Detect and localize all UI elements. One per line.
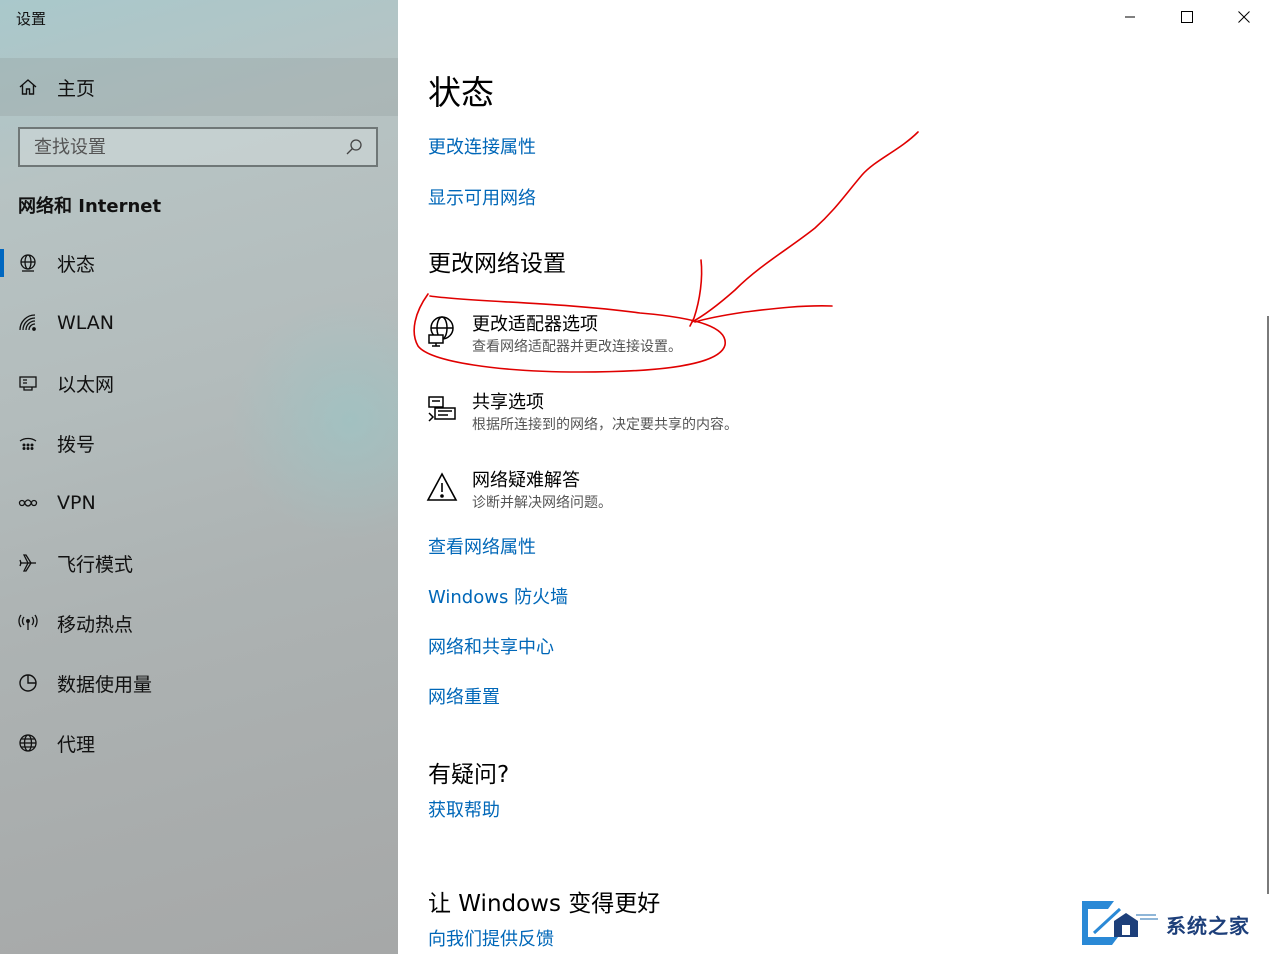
minimize-button[interactable]	[1101, 0, 1158, 34]
sidebar-item-dialup[interactable]: 拨号	[0, 413, 398, 473]
sidebar-item-label: 数据使用量	[57, 673, 153, 696]
sidebar-item-status[interactable]: 状态	[0, 233, 398, 293]
search-icon[interactable]	[344, 137, 364, 157]
option-desc: 查看网络适配器并更改连接设置。	[472, 339, 682, 355]
show-available-networks-link[interactable]: 显示可用网络	[428, 184, 536, 210]
sidebar-item-data-usage[interactable]: 数据使用量	[0, 653, 398, 713]
adapter-options-item[interactable]: 更改适配器选项 查看网络适配器并更改连接设置。	[426, 313, 682, 357]
sidebar-item-label: 移动热点	[57, 613, 134, 636]
search-input[interactable]	[34, 136, 334, 158]
page-title: 状态	[428, 73, 494, 112]
maximize-button[interactable]	[1158, 0, 1215, 34]
dialup-icon	[18, 433, 38, 453]
nav-list: 状态 WLAN 以太网 拨号 VPN 飞行模式 移动热点 数据使用量 代理	[0, 233, 398, 773]
option-title: 网络疑难解答	[472, 470, 580, 491]
watermark-logo-icon	[1078, 897, 1162, 951]
sidebar-item-vpn[interactable]: VPN	[0, 473, 398, 533]
sidebar-item-wlan[interactable]: WLAN	[0, 293, 398, 353]
change-settings-heading: 更改网络设置	[428, 251, 566, 277]
globe-status-icon	[18, 253, 38, 273]
hotspot-icon	[18, 613, 38, 633]
globe-icon	[18, 733, 38, 753]
sidebar-item-label: 飞行模式	[57, 553, 134, 576]
change-connection-properties-link[interactable]: 更改连接属性	[428, 133, 536, 159]
window-controls	[1101, 0, 1272, 34]
main-content: 状态 更改连接属性 显示可用网络 更改网络设置 更改适配器选项 查看网络适配器并…	[398, 0, 1272, 954]
ethernet-icon	[18, 373, 38, 393]
vpn-icon	[18, 493, 38, 513]
windows-firewall-link[interactable]: Windows 防火墙	[428, 583, 568, 609]
network-sharing-center-link[interactable]: 网络和共享中心	[428, 633, 554, 659]
get-help-link[interactable]: 获取帮助	[428, 796, 500, 822]
sidebar: 设置 主页 网络和 Internet 状态 WLAN	[0, 0, 398, 954]
troubleshoot-item[interactable]: 网络疑难解答 诊断并解决网络问题。	[426, 469, 612, 513]
sidebar-home-label: 主页	[57, 77, 96, 100]
option-desc: 诊断并解决网络问题。	[472, 495, 612, 511]
wifi-icon	[18, 313, 38, 333]
sidebar-item-label: 状态	[57, 253, 96, 276]
airplane-icon	[18, 553, 38, 573]
app-title: 设置	[16, 10, 47, 28]
sidebar-home[interactable]: 主页	[0, 58, 398, 116]
sidebar-item-ethernet[interactable]: 以太网	[0, 353, 398, 413]
adapter-icon	[426, 315, 458, 347]
improve-heading: 让 Windows 变得更好	[428, 891, 661, 917]
sidebar-item-label: 代理	[57, 733, 96, 756]
search-box[interactable]	[18, 127, 378, 167]
view-network-properties-link[interactable]: 查看网络属性	[428, 533, 536, 559]
watermark-text: 系统之家	[1166, 913, 1250, 938]
sidebar-item-label: VPN	[57, 492, 96, 514]
question-heading: 有疑问?	[428, 762, 510, 788]
feedback-link[interactable]: 向我们提供反馈	[428, 925, 554, 951]
close-button[interactable]	[1215, 0, 1272, 34]
scrollbar[interactable]	[1267, 316, 1269, 894]
warning-icon	[426, 471, 458, 503]
sharing-options-item[interactable]: 共享选项 根据所连接到的网络，决定要共享的内容。	[426, 391, 738, 435]
network-reset-link[interactable]: 网络重置	[428, 683, 500, 709]
home-icon	[18, 77, 38, 97]
sidebar-item-hotspot[interactable]: 移动热点	[0, 593, 398, 653]
option-title: 共享选项	[472, 392, 544, 413]
sidebar-item-airplane[interactable]: 飞行模式	[0, 533, 398, 593]
data-usage-icon	[18, 673, 38, 693]
sidebar-item-label: 拨号	[57, 433, 96, 456]
sharing-icon	[426, 393, 458, 425]
sidebar-item-label: 以太网	[57, 373, 115, 396]
option-desc: 根据所连接到的网络，决定要共享的内容。	[472, 417, 738, 433]
option-title: 更改适配器选项	[472, 314, 598, 335]
section-heading: 网络和 Internet	[18, 196, 162, 217]
sidebar-item-label: WLAN	[57, 312, 115, 334]
sidebar-item-proxy[interactable]: 代理	[0, 713, 398, 773]
watermark: 系统之家	[1078, 898, 1268, 950]
